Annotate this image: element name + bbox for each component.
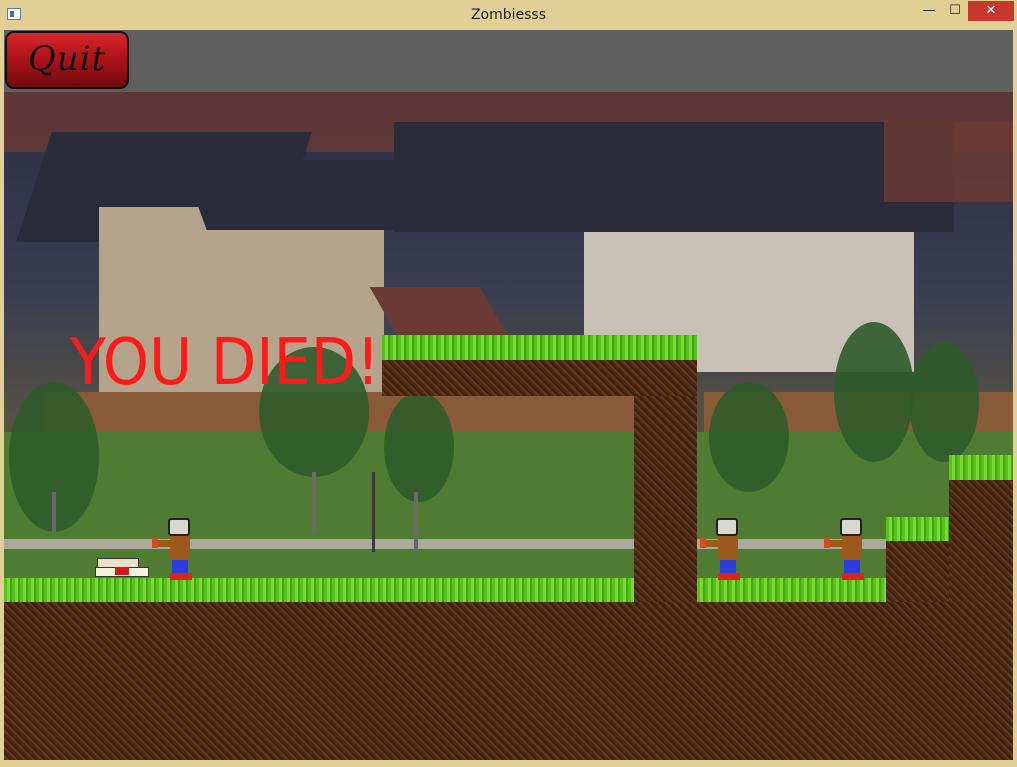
- zombie-legs: [172, 560, 188, 574]
- zombie-head: [168, 518, 190, 536]
- minimize-button[interactable]: —: [918, 1, 940, 21]
- top-toolbar: Quit: [4, 30, 1013, 92]
- dirt-pillar: [634, 396, 697, 611]
- zombie-feet: [170, 573, 192, 580]
- tree: [834, 322, 914, 462]
- zombie-head: [716, 518, 738, 536]
- player-character: [95, 558, 149, 577]
- house-roof-mid: [181, 160, 422, 230]
- game-client-area: Quit YOU DIED!: [4, 30, 1013, 760]
- step-dirt-high: [949, 480, 1013, 611]
- step-dirt-low: [886, 541, 949, 611]
- zombie-hand: [824, 538, 830, 548]
- zombie-enemy: [152, 518, 198, 580]
- tree-trunk: [312, 472, 316, 532]
- zombie-head: [840, 518, 862, 536]
- step-grass-high: [949, 455, 1013, 480]
- zombie-feet: [718, 573, 740, 580]
- zombie-feet: [842, 573, 864, 580]
- zombie-legs: [720, 560, 736, 574]
- zombie-enemy: [824, 518, 870, 580]
- zombie-body: [718, 536, 738, 560]
- ground-grass-middle: [697, 578, 886, 602]
- maximize-button[interactable]: ☐: [944, 1, 966, 21]
- zombie-hand: [700, 538, 706, 548]
- tree: [709, 382, 789, 492]
- zombie-body: [170, 536, 190, 560]
- player-marking: [115, 567, 129, 575]
- tree: [384, 392, 454, 502]
- tree: [909, 342, 979, 462]
- sign-post: [372, 472, 375, 552]
- house-roof-right: [394, 122, 954, 232]
- tree-trunk: [52, 492, 56, 532]
- game-over-message: YOU DIED!: [70, 326, 380, 400]
- window-title: Zombiesss: [470, 7, 547, 23]
- ground-dirt: [4, 602, 1013, 760]
- floating-platform-grass: [382, 335, 697, 360]
- house-roof-far-right: [884, 122, 1013, 202]
- application-window: Zombiesss — ☐ ✕ Quit YOU DIED!: [0, 0, 1017, 767]
- floating-platform-dirt: [382, 360, 697, 396]
- quit-button-label: Quit: [27, 39, 107, 79]
- tree-trunk: [414, 492, 418, 552]
- ground-grass-left: [4, 578, 634, 602]
- zombie-legs: [844, 560, 860, 574]
- title-bar[interactable]: Zombiesss — ☐ ✕: [0, 0, 1017, 30]
- zombie-enemy: [700, 518, 746, 580]
- zombie-body: [842, 536, 862, 560]
- quit-button[interactable]: Quit: [5, 31, 129, 89]
- zombie-hand: [152, 538, 158, 548]
- close-button[interactable]: ✕: [968, 1, 1014, 21]
- step-grass-low: [886, 517, 949, 541]
- game-scene: YOU DIED!: [4, 92, 1013, 760]
